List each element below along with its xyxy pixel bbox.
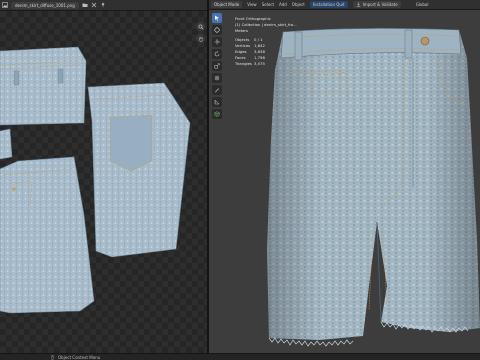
close-icon[interactable] — [91, 2, 97, 8]
stat-row: Triangles 3,575 — [235, 61, 265, 66]
mode-dropdown[interactable]: Object Mode — [211, 1, 243, 8]
viewport-header: Object Mode View Select Add Object Insta… — [209, 0, 480, 10]
image-editor-header: denim_skirt_diffuse_1001.png — [0, 0, 207, 11]
measure-icon[interactable] — [212, 97, 222, 107]
folder-icon[interactable] — [82, 2, 88, 8]
zoom-icon[interactable] — [196, 22, 205, 31]
image-name-field[interactable]: denim_skirt_diffuse_1001.png — [11, 1, 79, 9]
menu-select[interactable]: Select — [262, 2, 274, 7]
status-bar: Object Context Menu — [0, 353, 480, 360]
scale-icon[interactable] — [212, 61, 222, 71]
move-icon[interactable] — [212, 37, 222, 47]
image-navigation-tools — [196, 22, 205, 43]
image-editor-panel: denim_skirt_diffuse_1001.png — [0, 0, 207, 353]
transform-icon[interactable] — [212, 73, 222, 83]
menu-object[interactable]: Object — [292, 2, 305, 7]
mouse-icon — [51, 354, 54, 360]
select-circle-icon[interactable] — [212, 25, 222, 35]
viewport-info-overlay: Front Orthographic (1) Collection | deni… — [235, 16, 297, 67]
menu-view[interactable]: View — [247, 2, 257, 7]
cursor-tool-icon[interactable] — [212, 13, 222, 23]
import-validate-button[interactable]: Import & Validate — [352, 1, 401, 8]
add-cube-icon[interactable] — [212, 109, 222, 119]
rotate-icon[interactable] — [212, 49, 222, 59]
3d-viewport-panel: Object Mode View Select Add Object Insta… — [209, 0, 480, 353]
import-icon — [356, 2, 360, 7]
pin-icon[interactable] — [100, 2, 106, 8]
hand-icon[interactable] — [196, 34, 205, 43]
uv-island-waistband-back — [0, 46, 87, 126]
transform-orientation-dropdown[interactable]: Global — [416, 2, 429, 7]
back-pocket — [109, 114, 153, 172]
annotate-icon[interactable] — [212, 85, 222, 95]
installation-quit-label: Installation Quit — [312, 2, 345, 7]
waist-button — [420, 36, 430, 46]
menu-add[interactable]: Add — [279, 2, 287, 7]
toolbar — [212, 13, 227, 119]
uv-texture-canvas[interactable] — [0, 11, 207, 353]
status-text: Object Context Menu — [58, 354, 101, 360]
import-validate-label: Import & Validate — [362, 2, 398, 7]
uv-island-back-panel — [87, 82, 191, 258]
installation-quit-button[interactable]: Installation Quit — [309, 1, 348, 8]
units-label: Meters — [235, 28, 248, 33]
image-icon[interactable] — [2, 2, 8, 8]
